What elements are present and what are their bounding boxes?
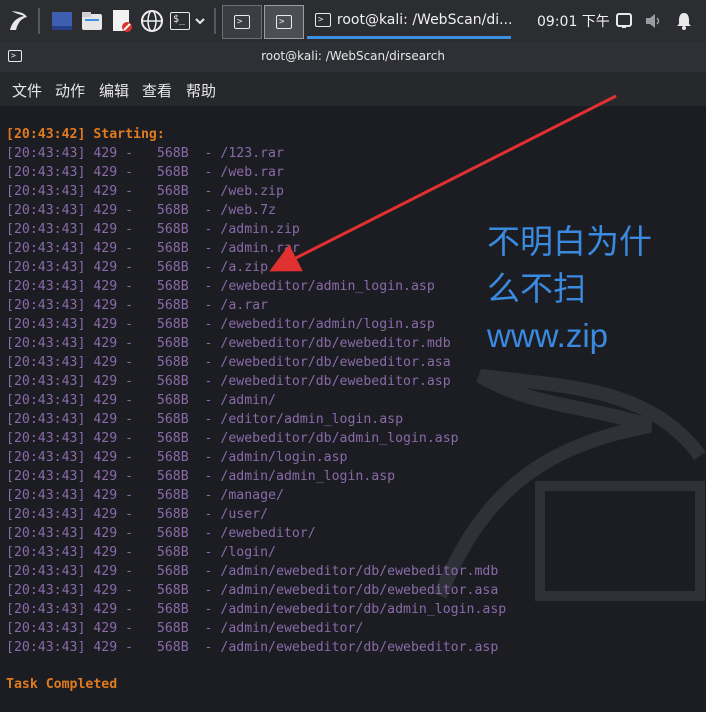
- red-arrow: [269, 94, 617, 272]
